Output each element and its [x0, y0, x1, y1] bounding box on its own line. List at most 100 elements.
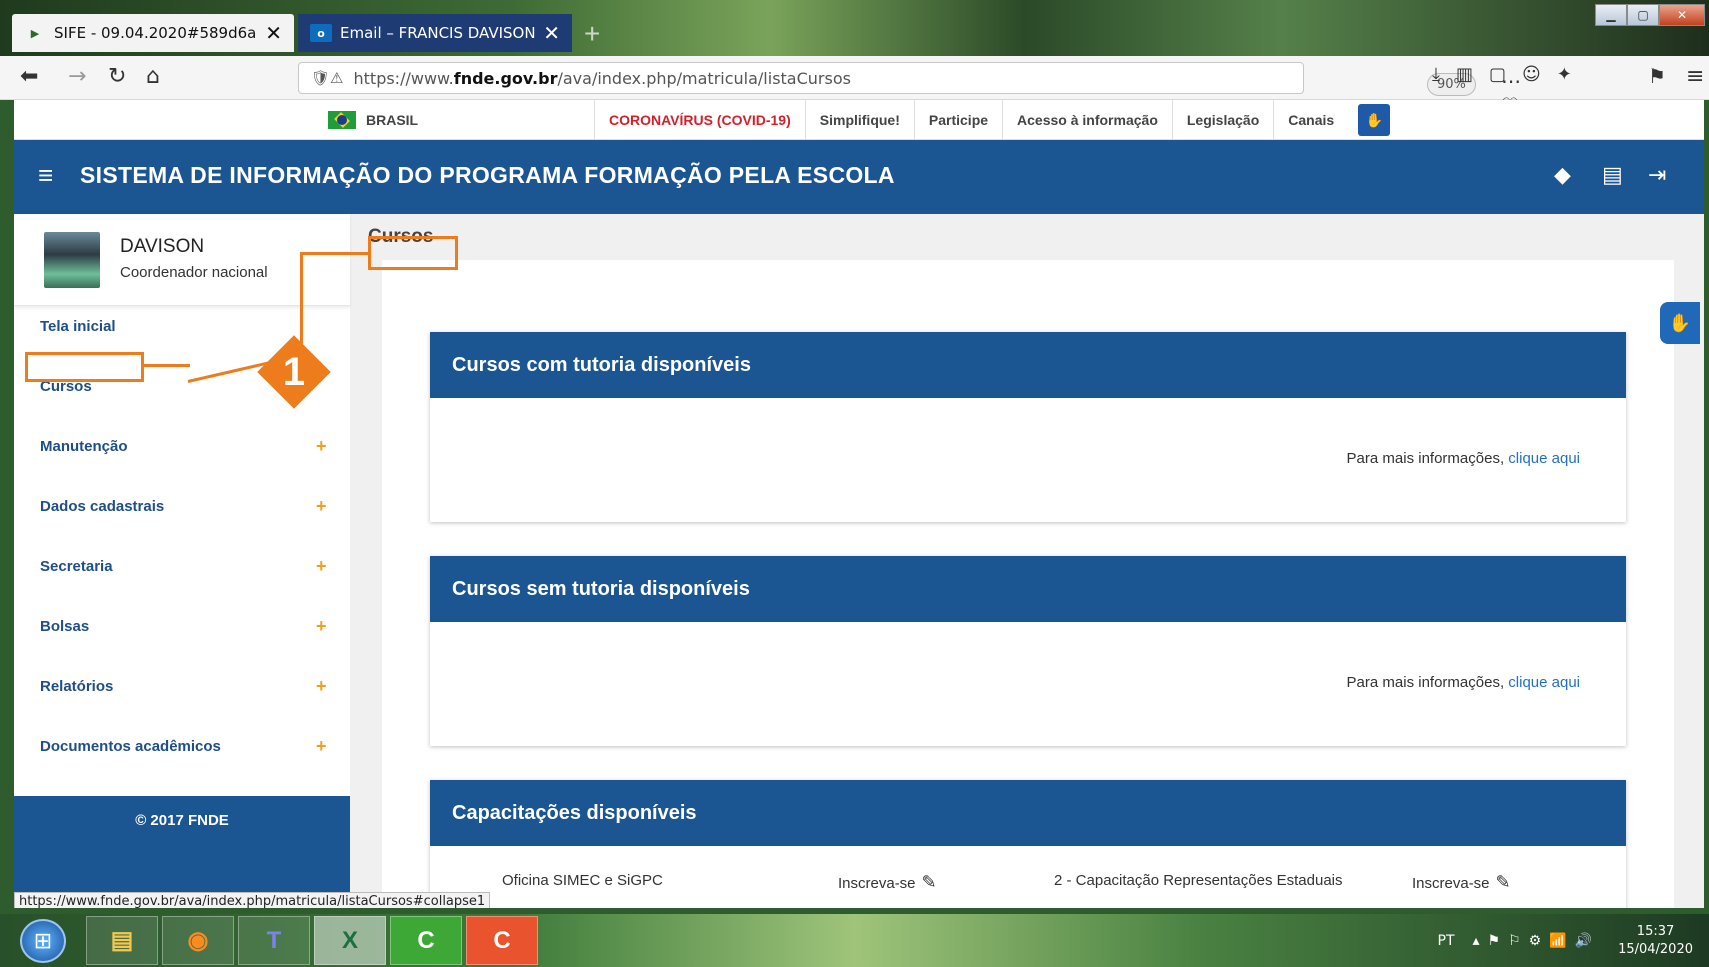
tray-icons[interactable]: ▴⚑⚐⚙📶🔊 — [1473, 933, 1601, 949]
browser-tabbar: ▶ SIFE - 09.04.2020#589d6a ✕ o Email – F… — [0, 0, 1709, 56]
expand-plus-icon[interactable]: + — [316, 616, 327, 637]
gov-link-participe[interactable]: Participe — [913, 100, 1002, 140]
clipboard-icon[interactable]: ▤ — [1602, 162, 1623, 188]
panel-title[interactable]: Cursos com tutoria disponíveis — [430, 332, 1626, 398]
callout-line — [144, 364, 190, 367]
app-title: SISTEMA DE INFORMAÇÃO DO PROGRAMA FORMAÇ… — [80, 162, 895, 188]
sidebar-item-dados-cadastrais[interactable]: Dados cadastrais — [40, 498, 164, 515]
outlook-favicon-icon: o — [310, 24, 332, 42]
camtasia-orange-icon[interactable]: C — [466, 916, 538, 965]
subscribe-button[interactable]: Inscreva-se ✎ — [838, 872, 937, 893]
back-icon[interactable]: ⬅ — [20, 64, 38, 89]
content-card: Cursos com tutoria disponíveis Para mais… — [382, 260, 1674, 908]
gov-links: CORONAVÍRUS (COVID-19) Simplifique! Part… — [594, 100, 1391, 140]
panel-title[interactable]: Cursos sem tutoria disponíveis — [430, 556, 1626, 622]
maximize-button[interactable]: ▢ — [1627, 4, 1659, 26]
brazil-flag-icon — [328, 111, 356, 129]
tab-email[interactable]: o Email – FRANCIS DAVISON DA ✕ — [298, 14, 572, 52]
expand-plus-icon[interactable]: + — [316, 496, 327, 517]
gov-link-canais[interactable]: Canais — [1273, 100, 1348, 140]
panel-body: Para mais informações, clique aqui — [430, 622, 1626, 746]
more-info-link[interactable]: clique aqui — [1508, 674, 1580, 691]
url-path: /ava/index.php/matricula/listaCursos — [557, 68, 851, 88]
reload-icon[interactable]: ↻ — [108, 64, 126, 89]
panel-title[interactable]: Capacitações disponíveis — [430, 780, 1626, 846]
camtasia-green-icon[interactable]: C — [390, 916, 462, 965]
tab-close-icon[interactable]: ✕ — [543, 21, 560, 45]
gov-link-acesso[interactable]: Acesso à informação — [1002, 100, 1172, 140]
gov-brasil-link[interactable]: BRASIL — [328, 111, 418, 129]
panel-capacitacoes: Capacitações disponíveis Oficina SIMEC e… — [430, 780, 1626, 908]
expand-plus-icon[interactable]: + — [316, 736, 327, 757]
layers-icon[interactable]: ◆ — [1554, 162, 1571, 188]
sidebar-item-tela-inicial[interactable]: Tela inicial — [40, 318, 116, 335]
clock-time: 15:37 — [1636, 923, 1675, 939]
browser-navbar: ⬅ → ↻ ⌂ 🛡⚠ https://www. fnde.gov.br/ava/i… — [0, 56, 1709, 141]
panel-cursos-com-tutoria: Cursos com tutoria disponíveis Para mais… — [430, 332, 1626, 522]
status-url: https://www.fnde.gov.br/ava/index.php/ma… — [14, 892, 491, 908]
firefox-icon[interactable]: ◉ — [162, 916, 234, 965]
capacitacao-name: 2 - Capacitação Representações Estaduais — [1054, 872, 1343, 889]
windows-start-button[interactable]: ⊞ — [20, 919, 66, 963]
user-name: DAVISON — [120, 236, 205, 257]
gov-link-simplifique[interactable]: Simplifique! — [804, 100, 914, 140]
extension-icon[interactable]: ⚑ — [1648, 64, 1666, 88]
sidebar-item-relatorios[interactable]: Relatórios — [40, 678, 113, 695]
more-info-text: Para mais informações, — [1346, 450, 1509, 467]
menu-toggle-icon[interactable]: ≡ — [38, 160, 53, 191]
page-viewport: BRASIL CORONAVÍRUS (COVID-19) Simplifiqu… — [14, 100, 1704, 908]
sidebar-item-bolsas[interactable]: Bolsas — [40, 618, 89, 635]
teams-icon[interactable]: T — [238, 916, 310, 965]
more-info: Para mais informações, clique aqui — [1347, 674, 1580, 691]
avatar — [44, 232, 100, 288]
more-info-text: Para mais informações, — [1346, 674, 1509, 691]
shield-lock-icon[interactable]: 🛡⚠ — [311, 69, 344, 87]
highlight-breadcrumb-cursos — [368, 236, 458, 270]
sidebar-item-secretaria[interactable]: Secretaria — [40, 558, 113, 575]
vlibras-icon[interactable]: ✋ — [1358, 104, 1391, 136]
file-explorer-icon[interactable]: ▤ — [86, 916, 158, 965]
sidebar-item-documentos-academicos[interactable]: Documentos acadêmicos — [40, 738, 221, 755]
tab-close-icon[interactable]: ✕ — [265, 21, 282, 45]
tab-sife[interactable]: ▶ SIFE - 09.04.2020#589d6a ✕ — [12, 14, 294, 52]
clock[interactable]: 15:37 15/04/2020 — [1618, 923, 1693, 959]
new-tab-button[interactable]: + — [584, 18, 600, 50]
home-icon[interactable]: ⌂ — [146, 64, 160, 89]
windows-taskbar: ⊞ ▤ ◉ T X C C PT ▴⚑⚐⚙📶🔊 15:37 15/04/2020 — [0, 914, 1709, 967]
vlibras-float-icon[interactable]: ✋ — [1660, 302, 1700, 344]
callout-line — [300, 252, 368, 255]
expand-plus-icon[interactable]: + — [316, 436, 327, 457]
window-close-button[interactable]: ✕ — [1659, 4, 1705, 26]
toolbar-icons[interactable]: ⤓▥▢☺✦ — [1432, 64, 1588, 85]
gov-link-covid[interactable]: CORONAVÍRUS (COVID-19) — [594, 100, 805, 140]
subscribe-button[interactable]: Inscreva-se ✎ — [1412, 872, 1511, 893]
sidebar-item-manutencao[interactable]: Manutenção — [40, 438, 128, 455]
sife-favicon-icon: ▶ — [30, 26, 40, 40]
hamburger-menu-icon[interactable]: ≡ — [1686, 64, 1704, 89]
language-indicator[interactable]: PT — [1438, 933, 1455, 949]
subscribe-label: Inscreva-se — [1412, 875, 1490, 892]
url-bar[interactable]: 🛡⚠ https://www. fnde.gov.br/ava/index.php… — [298, 62, 1521, 141]
gov-link-legislacao[interactable]: Legislação — [1171, 100, 1273, 140]
highlight-sidebar-cursos — [25, 352, 144, 382]
step-number: 1 — [282, 349, 306, 394]
minimize-button[interactable]: ▁ — [1595, 4, 1627, 26]
pencil-icon: ✎ — [921, 872, 937, 892]
url-prefix: https://www. — [353, 68, 454, 88]
clock-date: 15/04/2020 — [1618, 941, 1693, 957]
tab-title: Email – FRANCIS DAVISON DA — [340, 24, 536, 42]
forward-icon[interactable]: → — [68, 64, 86, 89]
window-controls: ▁ ▢ ✕ — [1595, 4, 1705, 26]
pencil-icon: ✎ — [1495, 872, 1511, 892]
gov-brasil-label: BRASIL — [366, 112, 419, 128]
system-tray: PT ▴⚑⚐⚙📶🔊 15:37 15/04/2020 — [1438, 914, 1709, 967]
panel-cursos-sem-tutoria: Cursos sem tutoria disponíveis Para mais… — [430, 556, 1626, 746]
capacitacao-name: Oficina SIMEC e SiGPC — [502, 872, 663, 889]
expand-plus-icon[interactable]: + — [316, 676, 327, 697]
logout-icon[interactable]: ⇥ — [1648, 162, 1666, 188]
excel-icon[interactable]: X — [314, 916, 386, 965]
expand-plus-icon[interactable]: + — [316, 556, 327, 577]
panel-body: Para mais informações, clique aqui — [430, 398, 1626, 522]
more-info-link[interactable]: clique aqui — [1508, 450, 1580, 467]
url-domain: fnde.gov.br — [453, 68, 558, 88]
